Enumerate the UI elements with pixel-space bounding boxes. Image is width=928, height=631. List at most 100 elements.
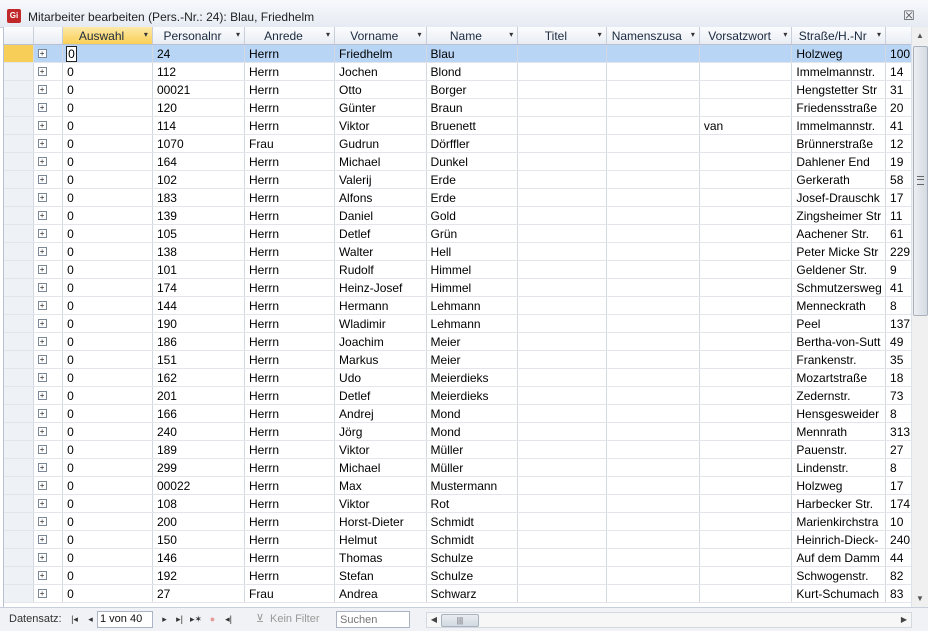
horizontal-scrollbar[interactable]: ◀ ||| ▶ [426, 612, 912, 628]
last-record-icon[interactable]: ▸| [174, 612, 185, 626]
cell-vorsatzwort[interactable] [699, 404, 793, 423]
plus-icon[interactable]: + [37, 120, 47, 130]
plus-icon[interactable]: + [37, 228, 47, 238]
dropdown-arrow-icon[interactable]: ▾ [236, 30, 240, 39]
plus-icon[interactable]: + [37, 264, 47, 274]
cell-namenszusatz[interactable] [606, 224, 700, 243]
cell-auswahl[interactable]: 0 [62, 116, 153, 135]
plus-icon[interactable]: + [37, 444, 47, 454]
cell-hnr[interactable]: 8 [885, 458, 912, 477]
scroll-up-icon[interactable]: ▲ [912, 27, 928, 44]
column-header-hausnummer[interactable] [885, 27, 912, 45]
cell-auswahl[interactable]: 0 [62, 404, 153, 423]
cell-vorname[interactable]: Otto [334, 80, 427, 99]
cell-vorsatzwort[interactable] [699, 530, 793, 549]
cell-name[interactable]: Meierdieks [426, 386, 519, 405]
cell-name[interactable]: Bruenett [426, 116, 519, 135]
plus-icon[interactable]: + [37, 570, 47, 580]
cell-anrede[interactable]: Herrn [244, 98, 336, 117]
cell-titel[interactable] [517, 188, 607, 207]
column-header-auswahl[interactable]: Auswahl ▾ [62, 27, 153, 45]
cell-auswahl[interactable]: 0 [62, 170, 153, 189]
row-selector[interactable] [4, 530, 34, 549]
cell-titel[interactable] [517, 44, 607, 63]
cell-auswahl[interactable]: 0 [62, 368, 153, 387]
cell-auswahl[interactable]: 0 [62, 80, 153, 99]
row-selector[interactable] [4, 62, 34, 81]
cell-strasse[interactable]: Mozartstraße [791, 368, 887, 387]
cell-name[interactable]: Erde [426, 188, 519, 207]
plus-icon[interactable]: + [37, 480, 47, 490]
next-record-icon[interactable]: ▸ [159, 612, 170, 626]
row-selector[interactable] [4, 188, 34, 207]
cell-name[interactable]: Hell [426, 242, 519, 261]
plus-icon[interactable]: + [37, 426, 47, 436]
cell-name[interactable]: Mustermann [426, 476, 519, 495]
cell-titel[interactable] [517, 332, 607, 351]
row-selector[interactable] [4, 80, 34, 99]
cell-strasse[interactable]: Brünnerstraße [791, 134, 887, 153]
row-selector[interactable] [4, 260, 34, 279]
expand-cell[interactable]: + [33, 152, 64, 171]
cell-anrede[interactable]: Herrn [244, 332, 336, 351]
previous-record-icon[interactable]: ◂ [85, 612, 96, 626]
cell-anrede[interactable]: Herrn [244, 80, 336, 99]
cell-vorname[interactable]: Detlef [334, 386, 427, 405]
plus-icon[interactable]: + [37, 516, 47, 526]
cell-hnr[interactable]: 73 [885, 386, 912, 405]
cell-vorname[interactable]: Rudolf [334, 260, 427, 279]
row-selector[interactable] [4, 350, 34, 369]
cell-name[interactable]: Gold [426, 206, 519, 225]
cell-vorsatzwort[interactable] [699, 584, 793, 603]
cell-strasse[interactable]: Hengstetter Str [791, 80, 887, 99]
cell-anrede[interactable]: Herrn [244, 44, 336, 63]
cell-titel[interactable] [517, 440, 607, 459]
cell-anrede[interactable]: Herrn [244, 422, 336, 441]
column-header-vorsatzwort[interactable]: Vorsatzwort ▾ [699, 27, 793, 45]
cell-namenszusatz[interactable] [606, 188, 700, 207]
table-row[interactable]: +0 164 Herrn Michael Dunkel Dahlener End 19 [4, 152, 912, 171]
cell-vorname[interactable]: Günter [334, 98, 427, 117]
table-row[interactable]: +0 299 Herrn Michael Müller Lindenstr. 8 [4, 458, 912, 477]
expand-cell[interactable]: + [33, 134, 64, 153]
row-selector[interactable] [4, 98, 34, 117]
cell-namenszusatz[interactable] [606, 332, 700, 351]
cell-titel[interactable] [517, 296, 607, 315]
cell-auswahl[interactable]: 0 [62, 314, 153, 333]
row-selector[interactable] [4, 242, 34, 261]
filter-status[interactable]: Kein Filter [270, 613, 320, 625]
cell-auswahl[interactable]: 0 [62, 422, 153, 441]
plus-icon[interactable]: + [37, 552, 47, 562]
cell-vorsatzwort[interactable] [699, 44, 793, 63]
expand-cell[interactable]: + [33, 242, 64, 261]
row-selector[interactable] [4, 368, 34, 387]
table-row[interactable]: +0 183 Herrn Alfons Erde Josef-Drauschk 17 [4, 188, 912, 207]
cell-vorsatzwort[interactable] [699, 368, 793, 387]
cell-hnr[interactable]: 14 [885, 62, 912, 81]
expand-cell[interactable]: + [33, 584, 64, 603]
cell-vorsatzwort[interactable] [699, 170, 793, 189]
cell-strasse[interactable]: Aachener Str. [791, 224, 887, 243]
new-record-icon[interactable]: ▸✶ [190, 612, 202, 626]
row-selector[interactable] [4, 422, 34, 441]
plus-icon[interactable]: + [37, 534, 47, 544]
cell-vorsatzwort[interactable] [699, 458, 793, 477]
cell-name[interactable]: Blond [426, 62, 519, 81]
cell-vorname[interactable]: Stefan [334, 566, 427, 585]
cell-vorsatzwort[interactable] [699, 278, 793, 297]
cell-auswahl[interactable]: 0 [62, 44, 153, 63]
cell-name[interactable]: Schulze [426, 566, 519, 585]
cell-personalnr[interactable]: 112 [152, 62, 245, 81]
cell-titel[interactable] [517, 422, 607, 441]
cell-auswahl[interactable]: 0 [62, 458, 153, 477]
cell-vorname[interactable]: Jochen [334, 62, 427, 81]
expand-cell[interactable]: + [33, 314, 64, 333]
cell-personalnr[interactable]: 108 [152, 494, 245, 513]
cell-strasse[interactable]: Peel [791, 314, 887, 333]
cell-personalnr[interactable]: 105 [152, 224, 245, 243]
cell-strasse[interactable]: Mennrath [791, 422, 887, 441]
cell-name[interactable]: Meierdieks [426, 368, 519, 387]
row-selector[interactable] [4, 584, 34, 603]
expand-cell[interactable]: + [33, 458, 64, 477]
cell-namenszusatz[interactable] [606, 152, 700, 171]
